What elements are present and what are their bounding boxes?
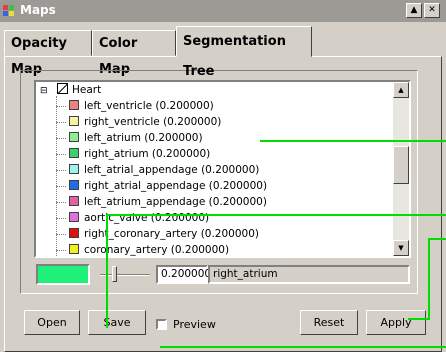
close-button[interactable]: ✕ <box>424 3 440 18</box>
tree-item-label: right_atrial_appendage (0.200000) <box>84 180 268 192</box>
annotation-line <box>428 238 446 240</box>
tree-connector <box>56 105 66 107</box>
color-swatch-icon <box>69 116 79 126</box>
tab-segmentation-tree[interactable]: Segmentation Tree <box>176 26 312 79</box>
tree-item[interactable]: right_atrial_appendage (0.200000) <box>56 178 267 194</box>
tree-connector <box>56 169 66 171</box>
slider-knob[interactable] <box>112 266 117 282</box>
app-icon <box>3 5 17 17</box>
preview-checkbox[interactable]: Preview <box>156 318 216 332</box>
title-bar: Maps ▲ ✕ <box>0 0 446 22</box>
window-title: Maps <box>20 3 56 17</box>
color-swatch-icon <box>69 148 79 158</box>
tree-connector <box>56 233 66 235</box>
minimize-button[interactable]: ▲ <box>406 3 422 18</box>
tree-item-label: right_ventricle (0.200000) <box>84 116 222 128</box>
annotation-line <box>160 346 446 348</box>
color-swatch-icon <box>69 164 79 174</box>
tree-connector <box>56 185 66 187</box>
tree-connector <box>56 153 66 155</box>
tree-item-label: right_atrium (0.200000) <box>84 148 211 160</box>
annotation-line <box>428 238 430 320</box>
tree-item[interactable]: left_atrial_appendage (0.200000) <box>56 162 259 178</box>
tree-item[interactable]: left_ventricle (0.200000) <box>56 98 214 114</box>
tree-item[interactable]: right_ventricle (0.200000) <box>56 114 221 130</box>
tree-item-label: left_atrial_appendage (0.200000) <box>84 164 260 176</box>
tree-root-label: Heart <box>72 84 102 96</box>
preview-label: Preview <box>173 318 216 331</box>
tree-item-label: left_atrium (0.200000) <box>84 132 203 144</box>
color-swatch-icon <box>69 180 79 190</box>
tree-connector <box>56 201 66 203</box>
tree-root-heart[interactable]: ⊟ Heart <box>40 82 101 98</box>
annotation-line <box>408 318 430 320</box>
tree-item-label: left_atrium_appendage (0.200000) <box>84 196 267 208</box>
segmentation-tree[interactable]: ⊟ Heart left_ventricle (0.200000) right_ve… <box>34 80 411 258</box>
segment-name-field[interactable]: right_atrium <box>208 265 410 284</box>
tree-connector <box>56 121 66 123</box>
tab-opacity-map[interactable]: Opacity Map <box>4 30 92 77</box>
tree-item-label: left_ventricle (0.200000) <box>84 100 214 112</box>
color-swatch-icon <box>69 132 79 142</box>
save-button[interactable]: Save <box>88 310 146 335</box>
tree-connector <box>56 217 66 219</box>
preview-checkbox-box[interactable] <box>156 319 167 330</box>
root-checkbox[interactable] <box>57 83 68 94</box>
tree-item[interactable]: left_atrium_appendage (0.200000) <box>56 194 267 210</box>
tree-scrollbar[interactable]: ▲ ▼ <box>393 82 409 256</box>
tab-color-map[interactable]: Color Map <box>92 30 176 77</box>
opacity-value-field[interactable]: 0.200000 <box>156 265 211 284</box>
reset-button[interactable]: Reset <box>300 310 358 335</box>
selected-color-swatch[interactable] <box>36 264 90 285</box>
annotation-line <box>106 214 446 216</box>
color-swatch-icon <box>69 228 79 238</box>
color-swatch-icon <box>69 100 79 110</box>
tree-item[interactable]: right_coronary_artery (0.200000) <box>56 226 259 242</box>
tree-connector <box>56 249 66 251</box>
tree-item[interactable]: aortic_valve (0.200000) <box>56 210 209 226</box>
scroll-thumb[interactable] <box>393 146 409 184</box>
tree-connector <box>56 137 66 139</box>
apply-button[interactable]: Apply <box>366 310 426 335</box>
color-swatch-icon <box>69 244 79 254</box>
tree-item[interactable]: right_atrium (0.200000) <box>56 146 210 162</box>
tree-item-label: right_coronary_artery (0.200000) <box>84 228 259 240</box>
color-swatch-icon <box>69 212 79 222</box>
annotation-line <box>106 214 108 328</box>
collapse-icon[interactable]: ⊟ <box>40 83 49 99</box>
annotation-line <box>260 140 446 142</box>
color-swatch-icon <box>69 196 79 206</box>
tree-item[interactable]: left_atrium (0.200000) <box>56 130 203 146</box>
tree-item[interactable]: coronary_artery (0.200000) <box>56 242 229 256</box>
open-button[interactable]: Open <box>24 310 80 335</box>
scroll-up-icon[interactable]: ▲ <box>393 82 409 98</box>
scroll-down-icon[interactable]: ▼ <box>393 240 409 256</box>
